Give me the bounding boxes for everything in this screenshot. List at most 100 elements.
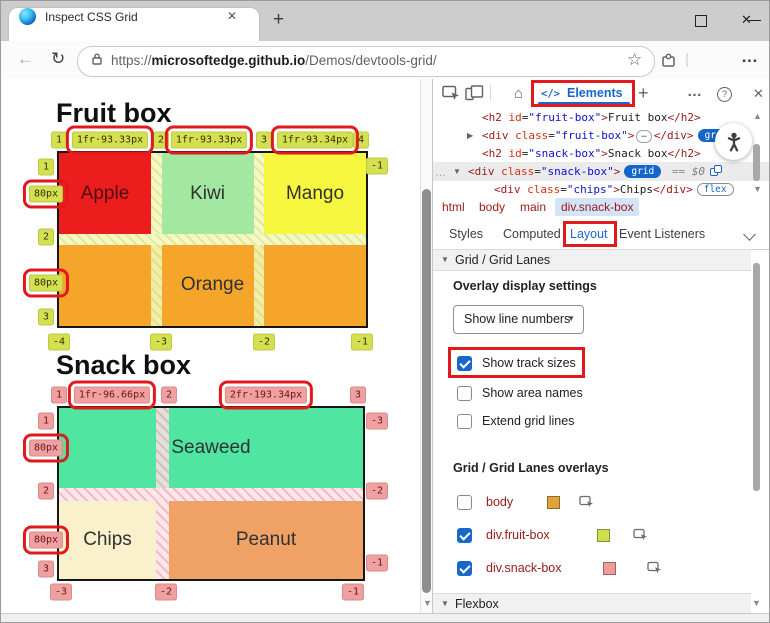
code-token: > [613, 165, 621, 178]
overlay-checkbox-body[interactable] [457, 495, 472, 510]
expand-arrow-icon[interactable]: ▶ [467, 131, 473, 140]
tab-event-listeners[interactable]: Event Listeners [619, 227, 705, 241]
tree-scroll-up-icon[interactable]: ▲ [753, 111, 762, 121]
accessibility-person-icon[interactable] [715, 123, 752, 160]
tab-close-icon[interactable]: ✕ [227, 9, 237, 23]
tree-row[interactable]: <div class="snack-box"> grid == $0 [468, 163, 722, 181]
tree-row[interactable]: <div class="chips">Chips</div> flex [494, 181, 738, 197]
breadcrumb-html[interactable]: html [442, 200, 465, 214]
toolbar-divider: | [685, 51, 689, 68]
inspect-element-icon[interactable] [442, 85, 460, 106]
tree-scroll-down-icon[interactable]: ▼ [753, 184, 762, 194]
fruit-line-number-badge: -1 [350, 333, 374, 351]
snack-line-number-badge: 2 [37, 482, 55, 500]
breadcrumb-body[interactable]: body [479, 200, 505, 214]
snack-line-number-badge: 3 [349, 386, 367, 404]
dropdown-arrow-icon: ▼ [567, 314, 575, 323]
url-text[interactable]: https://microsoftedge.github.io/Demos/de… [111, 53, 437, 68]
scroll-down-icon[interactable]: ▼ [423, 598, 432, 608]
overlay-label[interactable]: div.fruit-box [486, 528, 550, 542]
tab-computed[interactable]: Computed [503, 227, 561, 241]
overlay-color-swatch [603, 562, 616, 575]
overlay-settings-heading: Overlay display settings [453, 279, 597, 293]
lock-icon [91, 52, 103, 71]
code-token: > [601, 111, 608, 124]
flexbox-section-header[interactable]: ▼ Flexbox [433, 593, 751, 615]
dropdown-value: Show line numbers [464, 312, 571, 326]
tree-row[interactable]: <h2 id="snack-box">Snack box</h2> [482, 145, 701, 163]
tree-row[interactable]: <div class="fruit-box">…</div>grid [482, 127, 738, 145]
fruit-grid-outline [57, 151, 368, 328]
favorites-star-icon[interactable]: ☆ [627, 50, 642, 70]
snack-track-size-badge: 2fr·193.34px [218, 380, 314, 410]
snack-grid-outline [57, 406, 365, 581]
extensions-puzzle-icon[interactable] [661, 53, 677, 73]
tree-gutter-dots[interactable]: … [435, 167, 447, 179]
reload-icon[interactable]: ↻ [51, 49, 65, 69]
fruit-line-number-badge: 2 [152, 131, 170, 149]
tree-row[interactable]: <h2 id="fruit-box">Fruit box</h2> [482, 109, 701, 127]
snack-line-number-badge: 3 [37, 560, 55, 578]
fruit-line-number-badge: -2 [252, 333, 276, 351]
device-emulation-icon[interactable] [465, 85, 484, 106]
layout-scroll-down-icon[interactable]: ▼ [752, 598, 761, 608]
close-devtools-icon[interactable]: ✕ [753, 86, 764, 102]
page-scrollbar-thumb[interactable] [422, 189, 431, 593]
overlay-label[interactable]: div.snack-box [486, 561, 562, 575]
grid-badge[interactable]: grid [624, 165, 662, 178]
code-token: "chips" [566, 183, 614, 196]
fruit-line-number-badge: 2 [37, 228, 55, 246]
reveal-element-icon[interactable] [647, 561, 663, 580]
overlay-checkbox-div.snack-box[interactable] [457, 561, 472, 576]
collapse-arrow-icon[interactable]: ▼ [453, 167, 461, 176]
url-path: /Demos/devtools-grid/ [305, 53, 437, 68]
code-token: "fruit-box" [528, 111, 602, 124]
grid-section-header[interactable]: ▼ Grid / Grid Lanes [433, 249, 751, 271]
overlay-label[interactable]: body [486, 495, 513, 509]
checkbox-extend-grid-lines[interactable] [457, 414, 472, 429]
fruit-line-number-badge: 3 [37, 308, 55, 326]
close-window-button[interactable]: ✕ [741, 12, 752, 28]
code-token: "snack-box" [540, 165, 614, 178]
new-tab-button[interactable]: + [273, 9, 284, 31]
chevron-down-icon[interactable] [743, 228, 756, 241]
checkbox-show-area-names[interactable] [457, 386, 472, 401]
reveal-element-icon[interactable] [579, 495, 595, 514]
tree-scrollbar-thumb[interactable] [753, 144, 760, 181]
code-token: <h2 [482, 147, 509, 160]
annotation-box-layout-tab [563, 221, 617, 247]
reveal-element-icon[interactable] [633, 528, 649, 547]
code-token: </h2> [667, 111, 701, 124]
back-icon[interactable]: ← [17, 49, 34, 69]
snack-track-size-badge: 80px [22, 525, 70, 555]
breadcrumb-main[interactable]: main [520, 200, 546, 214]
flexbox-section-title: Flexbox [455, 597, 499, 611]
browser-menu-icon[interactable]: … [741, 47, 758, 67]
maximize-button[interactable] [695, 15, 707, 27]
add-panel-button[interactable]: + [638, 83, 649, 104]
flex-badge[interactable]: flex [696, 183, 734, 196]
annotation-box-track-sizes [448, 347, 585, 378]
snack-box-heading: Snack box [56, 350, 192, 380]
url-scheme: https:// [111, 53, 152, 68]
overlays-heading: Grid / Grid Lanes overlays [453, 461, 609, 475]
browser-window: Inspect CSS Grid ✕ + ✕ ← ↻ https://micro… [0, 0, 770, 623]
checkbox-label: Show area names [482, 386, 583, 400]
snack-line-number-badge: -2 [154, 583, 178, 601]
home-icon[interactable]: ⌂ [514, 85, 523, 102]
checkbox-label: Extend grid lines [482, 414, 575, 428]
code-token: id [508, 147, 522, 160]
layout-scrollbar-thumb[interactable] [753, 263, 760, 491]
breadcrumb-selected[interactable]: div.snack-box [555, 198, 640, 216]
code-token: == [665, 165, 692, 178]
window-bottom-frame [1, 613, 769, 622]
code-token: </h2> [667, 147, 701, 160]
collapsed-content-icon[interactable]: … [636, 130, 652, 143]
tab-styles[interactable]: Styles [449, 227, 483, 241]
overlay-checkbox-div.fruit-box[interactable] [457, 528, 472, 543]
help-icon[interactable]: ? [717, 87, 732, 102]
code-token: = [560, 183, 567, 196]
tab-title: Inspect CSS Grid [45, 10, 138, 24]
devtools-menu-icon[interactable]: … [687, 83, 702, 100]
line-numbers-dropdown[interactable]: Show line numbers ▼ [453, 305, 584, 334]
